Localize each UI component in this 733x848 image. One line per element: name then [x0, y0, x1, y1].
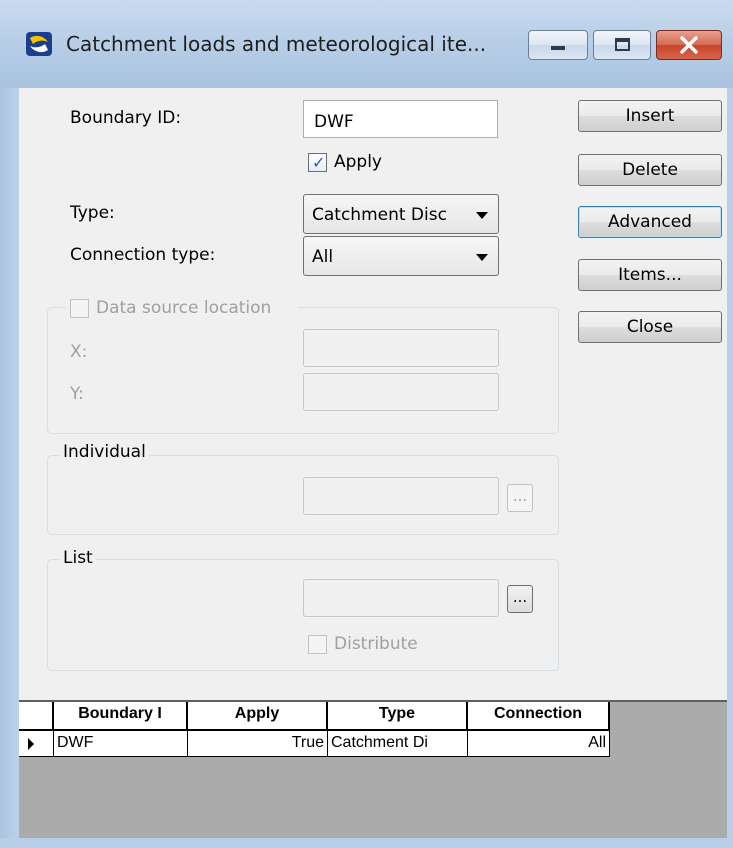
connection-type-dropdown[interactable]: All — [303, 236, 499, 276]
data-source-group-header: Data source location — [66, 296, 298, 322]
advanced-button[interactable]: Advanced — [578, 206, 722, 238]
column-header-type[interactable]: Type — [328, 702, 468, 731]
boundary-id-input[interactable]: DWF — [303, 100, 498, 138]
insert-button[interactable]: Insert — [578, 100, 722, 132]
delete-button[interactable]: Delete — [578, 154, 722, 186]
table-cell-boundary-id[interactable]: DWF — [54, 731, 188, 757]
app-icon — [24, 30, 54, 58]
list-group-title: List — [60, 546, 96, 570]
distribute-checkbox[interactable] — [308, 635, 327, 654]
boundary-id-label: Boundary ID: — [70, 108, 182, 128]
x-label: X: — [70, 342, 88, 362]
apply-checkbox[interactable]: ✓ — [308, 153, 327, 172]
maximize-icon — [615, 38, 630, 51]
column-header-apply[interactable]: Apply — [188, 702, 328, 731]
minimize-icon — [551, 46, 565, 50]
checkmark-icon: ✓ — [312, 153, 326, 172]
minimize-button[interactable] — [528, 30, 588, 60]
individual-input[interactable] — [303, 477, 499, 515]
individual-browse-button[interactable]: ... — [507, 484, 533, 512]
window-frame-right — [727, 88, 733, 848]
close-button[interactable]: Close — [578, 311, 722, 343]
close-icon — [680, 36, 698, 54]
current-row-arrow-icon — [28, 738, 34, 750]
type-dropdown[interactable]: Catchment Disc — [303, 194, 499, 234]
table-cell-connection[interactable]: All — [468, 731, 610, 757]
data-source-group — [47, 307, 559, 434]
window-title: Catchment loads and meteorological ite..… — [66, 32, 487, 56]
y-label: Y: — [70, 384, 84, 404]
row-selector[interactable] — [19, 731, 54, 757]
maximize-button[interactable] — [593, 30, 651, 60]
list-browse-button[interactable]: ... — [507, 585, 533, 613]
y-input[interactable] — [303, 373, 499, 411]
connection-type-dropdown-value: All — [312, 247, 334, 267]
list-input[interactable] — [303, 579, 499, 617]
table-cell-apply[interactable]: True — [188, 731, 328, 757]
table-cell-type[interactable]: Catchment Di — [328, 731, 468, 757]
boundary-id-value: DWF — [314, 112, 354, 132]
row-header-corner — [19, 702, 54, 731]
dialog-window: Catchment loads and meteorological ite..… — [0, 0, 733, 848]
type-dropdown-value: Catchment Disc — [312, 205, 447, 225]
column-header-boundary-id[interactable]: Boundary I — [54, 702, 188, 731]
close-window-button[interactable] — [656, 30, 722, 60]
data-source-title: Data source location — [96, 298, 272, 318]
chevron-down-icon — [476, 254, 488, 261]
data-source-checkbox[interactable] — [70, 299, 89, 318]
connection-type-label: Connection type: — [70, 245, 216, 265]
column-header-connection[interactable]: Connection — [468, 702, 610, 731]
apply-label: Apply — [334, 152, 382, 172]
individual-group-title: Individual — [60, 440, 149, 464]
items-button[interactable]: Items... — [578, 259, 722, 291]
chevron-down-icon — [476, 212, 488, 219]
window-frame-left — [0, 88, 19, 848]
type-label: Type: — [70, 203, 115, 223]
window-frame-bottom — [0, 838, 733, 848]
x-input[interactable] — [303, 329, 499, 367]
distribute-label: Distribute — [334, 634, 418, 654]
